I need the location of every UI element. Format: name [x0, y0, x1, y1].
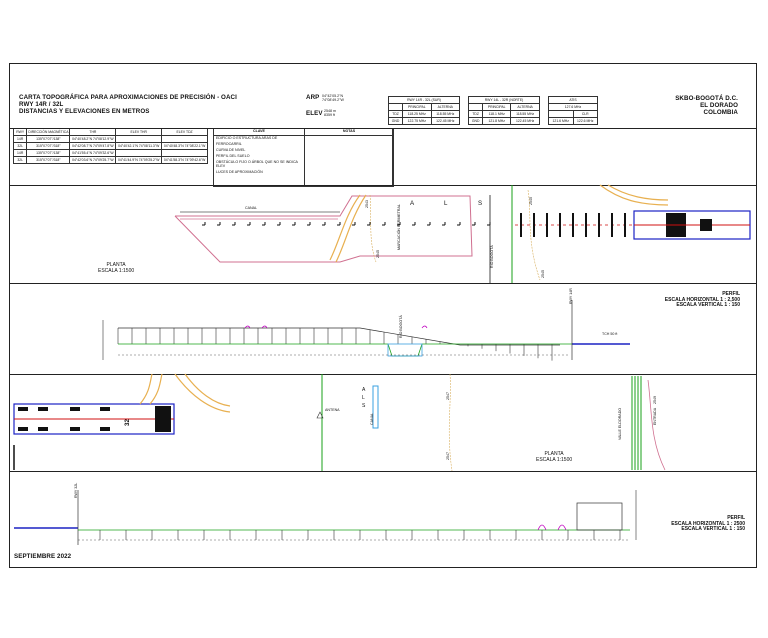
- building: [576, 502, 623, 531]
- profile-view-2: [14, 490, 637, 545]
- obstacle-markers: [537, 524, 567, 531]
- profile2-title-block: PERFIL ESCALA HORIZONTAL 1 : 2500 ESCALA…: [645, 515, 745, 533]
- profile2-vscale: ESCALA VERTICAL 1 : 150: [681, 526, 745, 532]
- footer-date: SEPTIEMBRE 2022: [14, 553, 72, 560]
- profile2-rwy-label: RWY 32L: [74, 482, 78, 498]
